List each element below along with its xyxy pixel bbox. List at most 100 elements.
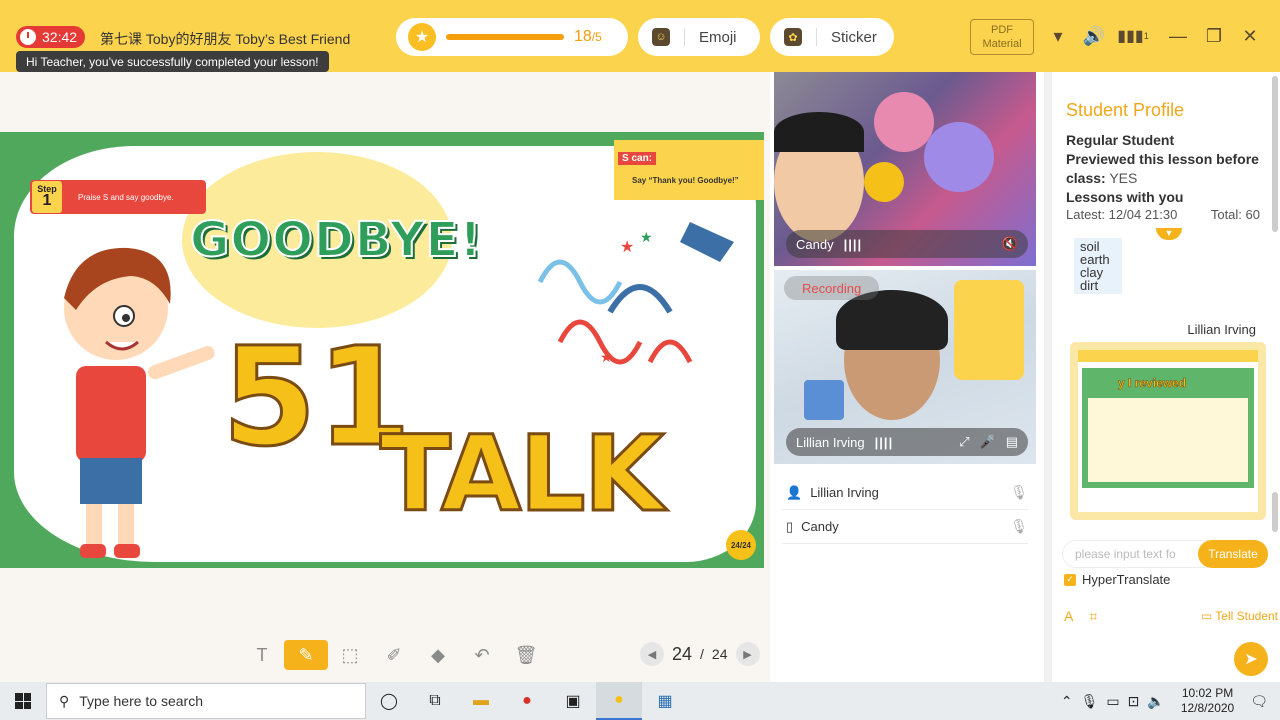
text-tool-icon[interactable]: T: [240, 640, 284, 670]
teacher-video: Recording Lillian Irving |||| ⤢ 🎤 ▤: [774, 270, 1036, 464]
pdf-label: PDF: [991, 24, 1013, 36]
restore-icon[interactable]: ❐: [1202, 24, 1226, 48]
volume-icon[interactable]: 🔈: [1147, 693, 1164, 710]
crop-icon[interactable]: ⌗: [1089, 608, 1097, 625]
student-video-bar: Candy |||| 🔇: [786, 230, 1028, 258]
chevron-down-icon[interactable]: ▼: [1156, 228, 1182, 240]
top-bar: 32:42 第七课 Toby的好朋友 Toby’s Best Friend Hi…: [0, 0, 1280, 72]
student-hair: [774, 112, 864, 152]
thumb-table: [1088, 398, 1248, 482]
timer-value: 32:42: [42, 29, 78, 45]
mic-icon[interactable]: 🎙: [1081, 693, 1099, 710]
svg-text:★: ★: [640, 229, 653, 245]
sticker-label: Sticker: [831, 28, 877, 46]
next-page-icon[interactable]: ▶: [735, 642, 760, 666]
student-name: Candy: [796, 236, 834, 252]
checkbox-icon[interactable]: ✓: [1064, 573, 1076, 586]
member-name: Candy: [801, 519, 839, 534]
pdf-material-button[interactable]: PDF Material: [970, 19, 1034, 55]
tablet-icon: ▯: [786, 518, 794, 534]
page-badge: 24/24: [726, 530, 756, 560]
classroom-app: 32:42 第七课 Toby的好朋友 Toby’s Best Friend Hi…: [0, 0, 1280, 682]
minimize-icon[interactable]: —: [1166, 24, 1190, 48]
tell-student-button[interactable]: ▭ Tell Student: [1201, 609, 1278, 623]
hypertranslate-label: HyperTranslate: [1082, 572, 1171, 587]
chat-icon[interactable]: ▾: [1046, 24, 1070, 48]
chrome-icon[interactable]: ●: [504, 682, 550, 720]
s-can-box: S can: Say “Thank you! Goodbye!”: [614, 140, 764, 200]
mic-icon[interactable]: 🎤: [980, 434, 996, 450]
start-button[interactable]: [0, 682, 46, 720]
network-icon[interactable]: ⊡: [1128, 693, 1140, 710]
divider: [684, 28, 685, 46]
current-page: 24: [672, 643, 693, 664]
talk-app-icon[interactable]: ●: [596, 682, 642, 720]
volume-level-icon[interactable]: ▤: [1006, 434, 1018, 450]
windows-taskbar: ⚲ Type here to search ◯ ⧉ ▬ ● ▣ ● ▦ ⌃ 🎙 …: [0, 682, 1280, 720]
screenshot-message[interactable]: y I reviewed: [1070, 342, 1266, 520]
cortana-icon[interactable]: ◯: [366, 682, 412, 720]
clock-icon: [20, 29, 36, 45]
eraser-tool-icon[interactable]: ◆: [416, 640, 460, 670]
task-view-icon[interactable]: ⧉: [412, 682, 458, 720]
mic-muted-icon[interactable]: 🔇: [1002, 236, 1018, 252]
taskbar-search[interactable]: ⚲ Type here to search: [46, 683, 366, 719]
chevron-up-icon[interactable]: ⌃: [1061, 693, 1073, 710]
progress-bar: [446, 34, 564, 40]
scrollbar[interactable]: [1272, 492, 1278, 532]
sticker-button[interactable]: ✿ Sticker: [770, 18, 894, 56]
lessons-with-you: Lessons with you: [1066, 189, 1184, 205]
mic-icon[interactable]: 🎙: [1010, 484, 1028, 501]
divider: [816, 28, 817, 46]
star-icon: ★: [408, 23, 436, 51]
notification-icon[interactable]: 🗨: [1250, 693, 1268, 710]
windows-icon: [15, 693, 31, 709]
screenshot-thumbnail: y I reviewed: [1078, 350, 1258, 512]
thumb-title: y I reviewed: [1118, 376, 1187, 391]
member-list: 👤 Lillian Irving 🎙 ▯ Candy 🎙: [774, 466, 1036, 682]
audio-level-icon: ||||: [874, 434, 894, 450]
highlighter-tool-icon[interactable]: ✐: [372, 640, 416, 670]
teacher-video-bar: Lillian Irving |||| ⤢ 🎤 ▤: [786, 428, 1028, 456]
emoji-button[interactable]: ☺ Emoji: [638, 18, 760, 56]
terminal-icon[interactable]: ▣: [550, 682, 596, 720]
member-name: Lillian Irving: [810, 485, 879, 500]
photos-icon[interactable]: ▦: [642, 682, 688, 720]
member-row: 👤 Lillian Irving 🎙: [782, 476, 1028, 510]
undo-icon[interactable]: ↶: [460, 640, 504, 670]
clock-time: 10:02 PM: [1181, 686, 1234, 700]
member-row: ▯ Candy 🎙: [782, 510, 1028, 544]
hypertranslate-toggle[interactable]: ✓ HyperTranslate: [1064, 572, 1170, 587]
send-icon[interactable]: ➤: [1234, 642, 1268, 676]
message-sender: Lillian Irving: [1187, 322, 1256, 337]
select-tool-icon[interactable]: ⬚: [328, 640, 372, 670]
signal-icon[interactable]: ▮▮▮ 1: [1117, 24, 1148, 48]
student-video: Candy |||| 🔇: [774, 72, 1036, 266]
flower: [874, 92, 934, 152]
fullscreen-icon[interactable]: ⤢: [959, 434, 969, 450]
translate-row: please input text fo Translate: [1062, 540, 1278, 568]
previewed-label: Previewed this lesson before: [1066, 151, 1259, 167]
lesson-title: 第七课 Toby的好朋友 Toby’s Best Friend: [100, 31, 351, 47]
system-clock[interactable]: 10:02 PM 12/8/2020: [1181, 686, 1234, 716]
total-lessons: Total: 60: [1210, 207, 1260, 222]
star-progress: ★ 18/5: [396, 18, 628, 56]
page-separator: /: [700, 646, 704, 662]
brush-tool-icon[interactable]: ✎: [284, 640, 328, 670]
scrollbar[interactable]: [1272, 76, 1278, 232]
confetti-illustration: ★ ★ ★: [537, 222, 734, 365]
trash-icon[interactable]: 🗑: [504, 640, 548, 670]
close-icon[interactable]: ✕: [1238, 24, 1262, 48]
audio-level-icon: ||||: [843, 236, 863, 252]
prev-page-icon[interactable]: ◀: [640, 642, 664, 666]
letter-block: [804, 380, 844, 420]
translate-input[interactable]: please input text fo: [1062, 540, 1208, 568]
teacher-name: Lillian Irving: [796, 434, 865, 450]
translate-button[interactable]: Translate: [1198, 540, 1268, 568]
speaker-icon[interactable]: 🔊: [1082, 24, 1106, 48]
mic-icon[interactable]: 🎙: [1010, 518, 1028, 535]
file-explorer-icon[interactable]: ▬: [458, 682, 504, 720]
wall-poster: [954, 280, 1024, 380]
battery-icon[interactable]: ▭: [1106, 693, 1119, 710]
translate-icon[interactable]: A: [1064, 608, 1073, 624]
